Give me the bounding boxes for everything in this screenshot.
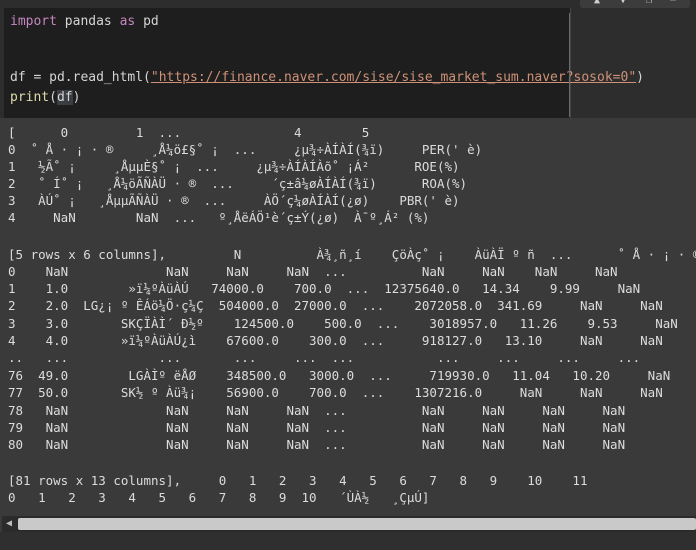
output-line: 77 50.0 SK½ º Àü¾¡ 56900.0 700.0 ... 130… bbox=[8, 385, 663, 400]
scroll-left-arrow-icon[interactable]: ◀ bbox=[4, 518, 14, 530]
close-paren: ) bbox=[72, 90, 81, 105]
keyword-import: import bbox=[10, 14, 57, 29]
output-line: 78 NaN NaN NaN NaN ... NaN NaN NaN NaN bbox=[8, 403, 626, 418]
copy-icon[interactable]: ❐ bbox=[646, 0, 656, 6]
close-paren: ) bbox=[636, 70, 644, 85]
module-name: pandas bbox=[56, 14, 120, 29]
cell-toolbar: ▲ ▼ ❐ ⋯ bbox=[580, 0, 690, 8]
output-line: 2 2.0 LG¿¡ º ÊÁö¼Ö·ç¼Ç 504000.0 27000.0 … bbox=[8, 298, 663, 313]
output-line: 0 1 2 3 4 5 6 7 8 9 10 ´ÙÀ½ ¸ÇµÚ] bbox=[8, 490, 430, 505]
output-line: 1 1.0 »ï¼ºÀüÀÚ 74000.0 700.0 ... 1237564… bbox=[8, 281, 641, 296]
code-editor[interactable]: import pandas as pd df = pd.read_html("h… bbox=[4, 8, 644, 118]
url-string-link[interactable]: "https://finance.naver.com/sise/sise_mar… bbox=[151, 70, 636, 85]
output-line: [81 rows x 13 columns], 0 1 2 3 4 5 6 7 … bbox=[8, 473, 588, 488]
output-line: 79 NaN NaN NaN NaN ... NaN NaN NaN NaN bbox=[8, 420, 626, 435]
output-line: 0 ˚ Å · ¡ · ® ¸Å¼ö£§˚ ¡ ... ¿µ¾÷ÀÍÀÍ(¾ï)… bbox=[8, 142, 483, 157]
output-line: .. ... ... ... ... ... ... ... ... ... bbox=[8, 350, 641, 365]
output-line: 3 ÀÚ˚ ¡ ¸ÅµµÃÑÀÜ · ® ... ÀÖ´ç¼øÀÍÀÍ(¿ø) … bbox=[8, 193, 460, 208]
code-line-read-html: df = pd.read_html("https://finance.naver… bbox=[10, 70, 644, 86]
bottom-strip bbox=[0, 532, 696, 550]
scrollbar-thumb[interactable] bbox=[18, 518, 696, 530]
output-line: 3 3.0 SKÇÏÀÌ´ Ð½º 124500.0 500.0 ... 301… bbox=[8, 316, 678, 331]
read-html-call: df = pd.read_html( bbox=[10, 70, 151, 85]
output-line: 2 ˚ Í˚ ¡ ¸Å¼öÃÑÀÜ · ® ... ´ç±â¼øÀÍÀÍ(¾ï)… bbox=[8, 176, 468, 191]
output-line: 76 49.0 LGÀÌº ëÅØ 348500.0 3000.0 ... 71… bbox=[8, 368, 671, 383]
output-line: 4 NaN NaN ... º¸ÅëÁÖ¹è´ç±Ý(¿ø) À¯º¸Á² (%… bbox=[8, 210, 430, 225]
code-line-import: import pandas as pd bbox=[10, 14, 159, 30]
output-line: 80 NaN NaN NaN NaN ... NaN NaN NaN NaN bbox=[8, 437, 626, 452]
output-line: [ 0 1 ... 4 5 bbox=[8, 125, 370, 140]
more-icon[interactable]: ⋯ bbox=[670, 0, 680, 6]
horizontal-scrollbar[interactable]: ◀ bbox=[2, 516, 696, 532]
cell-output: [ 0 1 ... 4 5 0 ˚ Å · ¡ · ® ¸Å¼ö£§˚ ¡ ..… bbox=[4, 122, 696, 514]
editor-ruler bbox=[569, 13, 570, 117]
move-up-icon[interactable]: ▲ bbox=[594, 0, 604, 6]
output-line: [5 rows x 6 columns], N À¾¸ñ¸í ÇöÀç˚ ¡ À… bbox=[8, 247, 696, 262]
code-line-print: print(df) bbox=[10, 90, 80, 106]
open-paren: ( bbox=[49, 90, 57, 105]
code-cell: ▲ ▼ ❐ ⋯ import pandas as pd df = pd.read… bbox=[0, 0, 696, 118]
output-line: 0 NaN NaN NaN NaN ... NaN NaN NaN NaN bbox=[8, 264, 618, 279]
keyword-as: as bbox=[119, 14, 136, 29]
print-argument: df bbox=[56, 90, 73, 105]
print-function: print bbox=[10, 90, 50, 105]
alias-name: pd bbox=[135, 14, 159, 29]
output-line: 1 ½Ã˚ ¡ ¸ÅµµÈ§˚ ¡ ... ¿µ¾÷ÀÍÀÍÀõ˚ ¡Á² RO… bbox=[8, 159, 460, 174]
move-down-icon[interactable]: ▼ bbox=[620, 0, 630, 6]
output-line: 4 4.0 »ï¼ºÀüÀÚ¿ì 67600.0 300.0 ... 91812… bbox=[8, 333, 663, 348]
